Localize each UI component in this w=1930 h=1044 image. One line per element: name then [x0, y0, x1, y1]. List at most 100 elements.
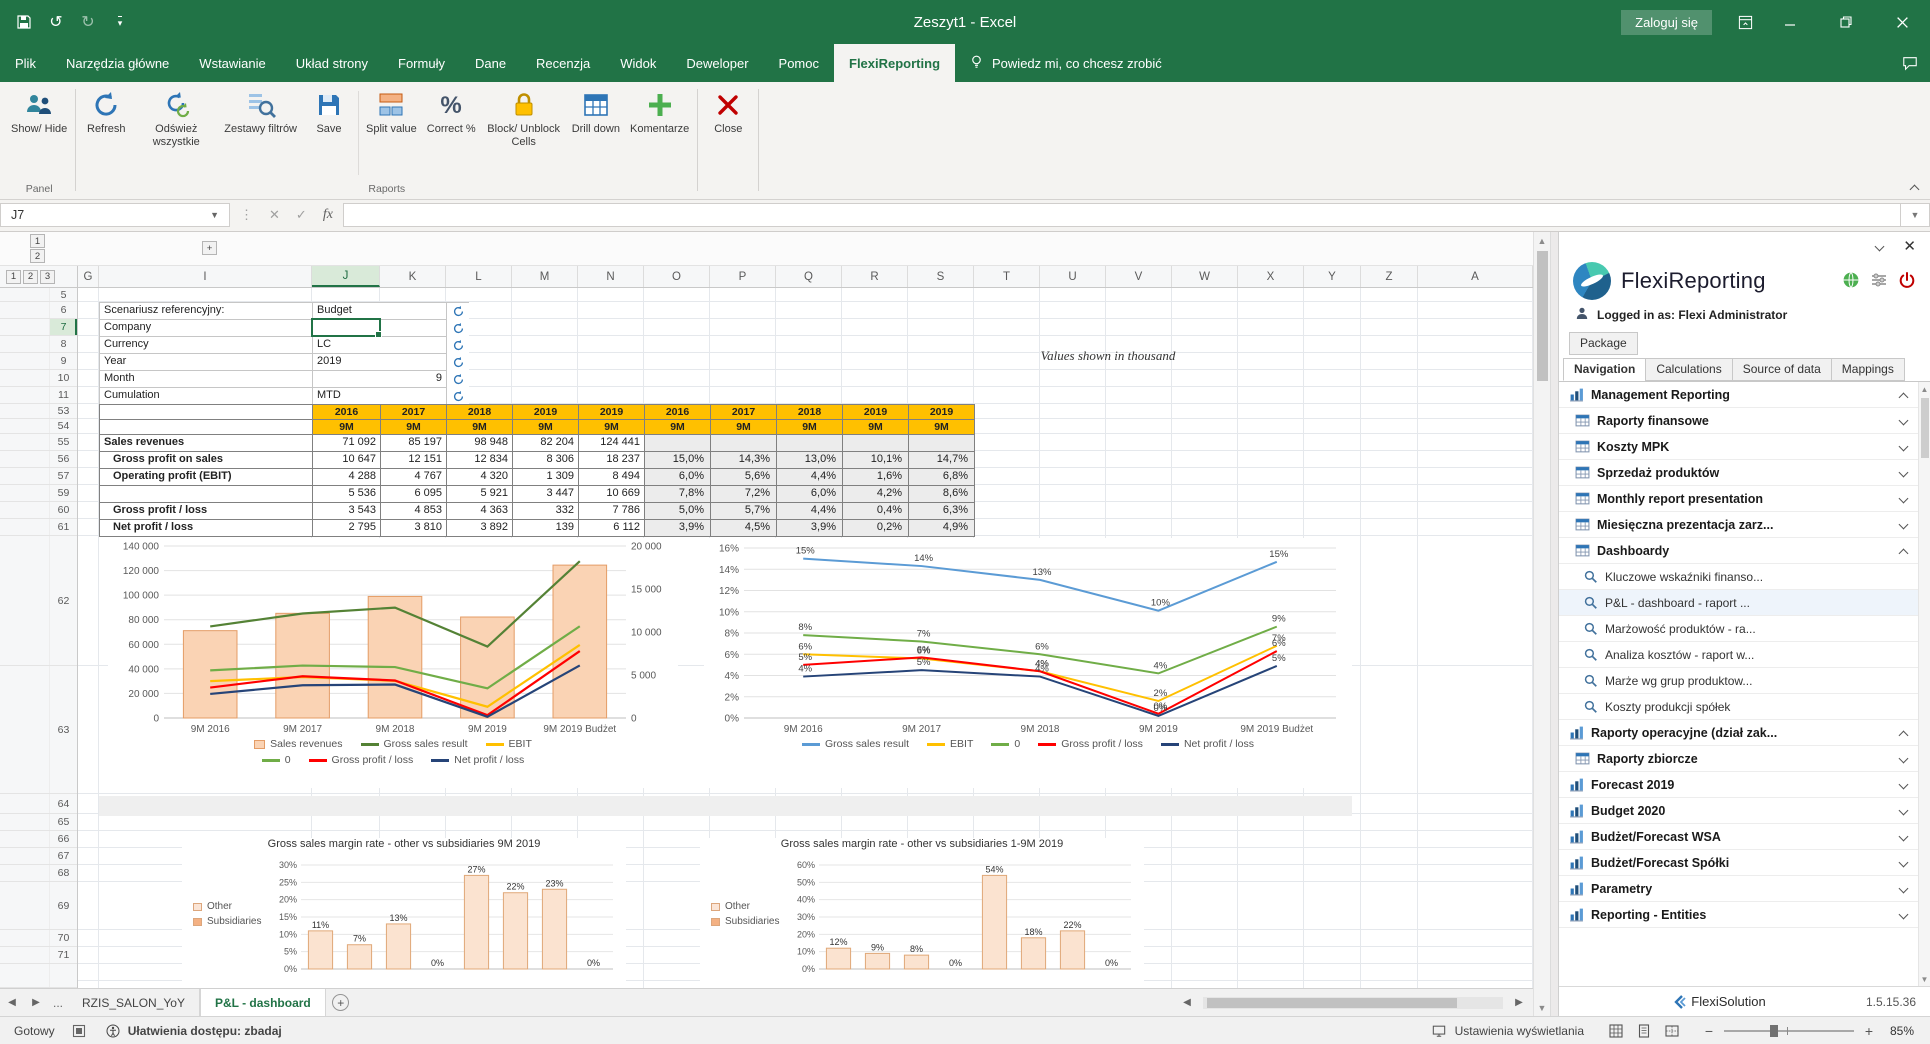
globe-icon[interactable] — [1842, 271, 1860, 292]
pl-combo-chart[interactable]: 020 00040 00060 00080 000100 000120 0001… — [108, 538, 678, 788]
value-cell[interactable]: 12 151 — [381, 452, 447, 469]
column-header-s[interactable]: S — [908, 266, 974, 287]
percent-cell[interactable]: 15,0% — [645, 452, 711, 469]
percent-cell[interactable]: 6,0% — [645, 469, 711, 486]
outline-expand-button[interactable]: + — [202, 241, 217, 255]
vscroll-thumb[interactable] — [1537, 251, 1548, 381]
tree-scroll-up-icon[interactable]: ▲ — [1921, 382, 1929, 396]
column-header-p[interactable]: P — [710, 266, 776, 287]
ribbon-tab-deweloper[interactable]: Deweloper — [671, 44, 763, 82]
ribbon-tab-pomoc[interactable]: Pomoc — [764, 44, 834, 82]
collapse-ribbon-button[interactable] — [1911, 179, 1918, 193]
ribbon-display-options-icon[interactable] — [1728, 0, 1762, 44]
chevron-up-icon[interactable] — [1894, 729, 1912, 736]
percent-cell[interactable]: 8,6% — [909, 486, 975, 503]
ribbon-tab-recenzja[interactable]: Recenzja — [521, 44, 605, 82]
sheet-tab-p&l-dashboard[interactable]: P&L - dashboard — [200, 989, 326, 1016]
sheet-tab-rzis-salon-yoy[interactable]: RZIS_SALON_YoY — [68, 989, 200, 1016]
row-header-5[interactable]: 5 — [0, 288, 77, 302]
chevron-down-icon[interactable] — [1894, 495, 1912, 502]
margin-bars-9m-chart[interactable]: Gross sales margin rate - other vs subsi… — [182, 838, 626, 988]
tree-item-koszty-produkcji-spółek[interactable]: Koszty produkcji spółek — [1559, 694, 1918, 720]
parameter-value-cell[interactable]: LC — [313, 337, 447, 354]
tree-item-raporty-zbiorcze[interactable]: Raporty zbiorcze — [1559, 746, 1918, 772]
scroll-down-icon[interactable]: ▼ — [1534, 999, 1550, 1016]
tab-scroll-right-icon[interactable]: ▶ — [24, 989, 48, 1016]
power-icon[interactable] — [1898, 271, 1916, 292]
row-header-68[interactable]: 68 — [0, 865, 77, 882]
percent-cell[interactable]: 14,3% — [711, 452, 777, 469]
tree-item-monthly-report-presentation[interactable]: Monthly report presentation — [1559, 486, 1918, 512]
zoom-in-button[interactable]: + — [1860, 1023, 1878, 1039]
value-cell[interactable]: 4 767 — [381, 469, 447, 486]
new-sheet-button[interactable]: + — [326, 989, 356, 1016]
ribbon-button-drill-down[interactable]: Drill down — [567, 85, 625, 177]
tree-item-miesięczna-prezentacja-zarz[interactable]: Miesięczna prezentacja zarz... — [1559, 512, 1918, 538]
value-cell[interactable]: 332 — [513, 503, 579, 520]
tree-item-forecast-2019[interactable]: Forecast 2019 — [1559, 772, 1918, 798]
column-header-z[interactable]: Z — [1361, 266, 1418, 287]
column-header-l[interactable]: L — [446, 266, 512, 287]
cells-area[interactable]: Scenariusz referencyjny:BudgetCompanyCur… — [78, 288, 1533, 988]
percent-cell[interactable]: 1,6% — [843, 469, 909, 486]
row-header-67[interactable]: 67 — [0, 848, 77, 865]
percent-cell[interactable]: 3,9% — [777, 520, 843, 537]
row-header-11[interactable]: 11 — [0, 387, 77, 404]
ribbon-tab-narzędzia-główne[interactable]: Narzędzia główne — [51, 44, 184, 82]
percent-cell[interactable] — [711, 435, 777, 452]
ribbon-button-split-value[interactable]: Split value — [361, 85, 422, 177]
value-cell[interactable]: 71 092 — [313, 435, 381, 452]
percent-cell[interactable]: 6,3% — [909, 503, 975, 520]
zoom-slider-thumb[interactable] — [1770, 1025, 1778, 1037]
hscroll-track[interactable] — [1203, 997, 1503, 1009]
ribbon-button-zestawy-filtrów[interactable]: Zestawy filtrów — [219, 85, 302, 177]
value-cell[interactable]: 2 795 — [313, 520, 381, 537]
ribbon-button-komentarze[interactable]: Komentarze — [625, 85, 694, 177]
value-cell[interactable]: 3 543 — [313, 503, 381, 520]
value-cell[interactable]: 10 647 — [313, 452, 381, 469]
panel-tab-package[interactable]: Package — [1569, 332, 1638, 355]
tree-item-koszty-mpk[interactable]: Koszty MPK — [1559, 434, 1918, 460]
tree-item-parametry[interactable]: Parametry — [1559, 876, 1918, 902]
panel-tab-navigation[interactable]: Navigation — [1563, 358, 1646, 381]
percent-cell[interactable]: 4,5% — [711, 520, 777, 537]
value-cell[interactable]: 85 197 — [381, 435, 447, 452]
row-header-7[interactable]: 7 — [0, 319, 77, 336]
percent-cell[interactable]: 7,8% — [645, 486, 711, 503]
row-header-9[interactable]: 9 — [0, 353, 77, 370]
tree-scroll-down-icon[interactable]: ▼ — [1921, 972, 1929, 986]
pane-menu-chevron-icon[interactable] — [1876, 239, 1883, 253]
page-layout-view-icon[interactable] — [1634, 1022, 1654, 1040]
ribbon-button-odśwież-wszystkie[interactable]: Odśwież wszystkie — [133, 85, 219, 177]
panel-tab-mappings[interactable]: Mappings — [1831, 358, 1905, 381]
outline-row-level-1[interactable]: 1 — [6, 270, 21, 284]
row-header-53[interactable]: 53 — [0, 404, 77, 419]
percent-cell[interactable]: 13,0% — [777, 452, 843, 469]
tree-scroll-thumb[interactable] — [1921, 398, 1929, 458]
chevron-up-icon[interactable] — [1894, 547, 1912, 554]
tab-scroll-left-icon[interactable]: ◀ — [0, 989, 24, 1016]
percent-cell[interactable] — [909, 435, 975, 452]
column-header-a[interactable]: A — [1418, 266, 1533, 287]
row-header-64[interactable]: 64 — [0, 794, 77, 814]
value-cell[interactable]: 5 921 — [447, 486, 513, 503]
insert-function-icon[interactable]: fx — [323, 207, 333, 223]
scroll-left-icon[interactable]: ◀ — [1175, 997, 1199, 1008]
chevron-down-icon[interactable] — [1894, 885, 1912, 892]
outline-row-level-3[interactable]: 3 — [40, 270, 55, 284]
parameter-value-cell[interactable]: 9 — [313, 371, 447, 388]
column-header-x[interactable]: X — [1238, 266, 1304, 287]
zoom-out-button[interactable]: − — [1700, 1023, 1718, 1039]
tree-scrollbar[interactable]: ▲ ▼ — [1918, 382, 1930, 986]
tree-item-management-reporting[interactable]: Management Reporting — [1559, 382, 1918, 408]
ribbon-button-correct[interactable]: %Correct % — [422, 85, 481, 177]
panel-tab-source-of-data[interactable]: Source of data — [1732, 358, 1832, 381]
row-header-54[interactable]: 54 — [0, 419, 77, 434]
percent-cell[interactable]: 14,7% — [909, 452, 975, 469]
value-cell[interactable]: 4 288 — [313, 469, 381, 486]
value-cell[interactable]: 98 948 — [447, 435, 513, 452]
row-header-55[interactable]: 55 — [0, 434, 77, 451]
name-box-dropdown-icon[interactable]: ▼ — [210, 210, 219, 220]
ribbon-button-close[interactable]: Close — [701, 85, 755, 177]
zoom-level[interactable]: 85% — [1878, 1024, 1930, 1038]
